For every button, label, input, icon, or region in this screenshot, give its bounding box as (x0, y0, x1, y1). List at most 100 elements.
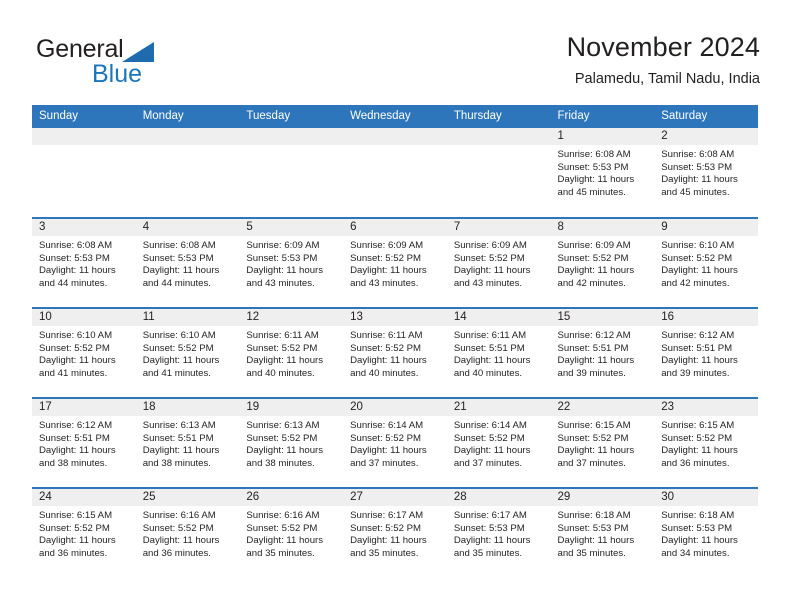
calendar-day-cell[interactable]: 22 Sunrise: 6:15 AM Sunset: 5:52 PM Dayligh… (550, 397, 655, 488)
day-cell-details: Sunrise: 6:11 AM Sunset: 5:52 PM Daylight:… (239, 326, 343, 380)
day-cell-inner: 8 Sunrise: 6:09 AM Sunset: 5:52 PM Daylight… (550, 219, 655, 307)
sunset-text: Sunset: 5:53 PM (453, 522, 525, 534)
calendar-day-cell[interactable]: 6 Sunrise: 6:09 AM Sunset: 5:52 PM Daylight… (343, 217, 447, 308)
calendar-day-cell[interactable]: 10 Sunrise: 6:10 AM Sunset: 5:52 PM Dayligh… (32, 307, 136, 398)
calendar-day-cell[interactable]: 8 Sunrise: 6:09 AM Sunset: 5:52 PM Daylight… (550, 217, 655, 308)
daylight-text-line2: and 43 minutes. (246, 277, 315, 289)
sunrise-text: Sunrise: 6:15 AM (39, 510, 113, 521)
day-cell-inner (32, 128, 136, 216)
sunset-text: Sunset: 5:52 PM (246, 432, 318, 444)
daylight-text-line1: Daylight: 11 hours (350, 355, 427, 367)
daylight-text-line1: Daylight: 11 hours (142, 355, 220, 367)
day-number: 14 (446, 309, 551, 326)
calendar-day-cell[interactable]: 29 Sunrise: 6:18 AM Sunset: 5:53 PM Dayligh… (550, 487, 655, 578)
sunset-text: Sunset: 5:53 PM (246, 252, 318, 264)
sunrise-text: Sunrise: 6:14 AM (350, 420, 424, 431)
page-title: November 2024 (566, 32, 760, 62)
calendar-day-cell[interactable]: 14 Sunrise: 6:11 AM Sunset: 5:51 PM Dayligh… (446, 307, 551, 398)
calendar-day-cell[interactable]: 15 Sunrise: 6:12 AM Sunset: 5:51 PM Dayligh… (550, 307, 655, 398)
day-number: 8 (550, 219, 655, 236)
day-number: 28 (446, 489, 551, 506)
calendar-day-cell[interactable]: 28 Sunrise: 6:17 AM Sunset: 5:53 PM Dayligh… (446, 487, 551, 578)
day-cell-inner (239, 128, 344, 216)
day-cell-inner: 15 Sunrise: 6:12 AM Sunset: 5:51 PM Dayligh… (550, 309, 655, 397)
sunrise-text: Sunrise: 6:08 AM (661, 149, 735, 160)
daylight-text-line1: Daylight: 11 hours (557, 265, 635, 277)
calendar-day-cell[interactable]: 27 Sunrise: 6:17 AM Sunset: 5:52 PM Dayligh… (343, 487, 447, 578)
day-number: 30 (654, 489, 758, 506)
sunset-text: Sunset: 5:52 PM (246, 522, 318, 534)
daylight-text-line1: Daylight: 11 hours (246, 445, 324, 457)
daylight-text-line1: Daylight: 11 hours (350, 445, 427, 457)
daylight-text-line1: Daylight: 11 hours (557, 535, 635, 547)
calendar-day-cell[interactable]: 25 Sunrise: 6:16 AM Sunset: 5:52 PM Dayligh… (135, 487, 240, 578)
calendar-day-cell[interactable]: 5 Sunrise: 6:09 AM Sunset: 5:53 PM Daylight… (239, 217, 344, 308)
sunrise-text: Sunrise: 6:08 AM (39, 240, 113, 251)
sunrise-text: Sunrise: 6:15 AM (557, 420, 631, 431)
general-blue-logo[interactable]: General Blue (32, 34, 252, 90)
calendar-day-cell[interactable]: 3 Sunrise: 6:08 AM Sunset: 5:53 PM Daylight… (32, 217, 136, 308)
day-number (135, 128, 240, 145)
calendar-day-cell[interactable]: 7 Sunrise: 6:09 AM Sunset: 5:52 PM Daylight… (446, 217, 551, 308)
sunrise-text: Sunrise: 6:09 AM (350, 240, 424, 251)
day-cell-details: Sunrise: 6:09 AM Sunset: 5:52 PM Daylight:… (343, 236, 447, 290)
calendar-day-cell[interactable]: 30 Sunrise: 6:18 AM Sunset: 5:53 PM Dayligh… (654, 487, 758, 578)
sunrise-text: Sunrise: 6:16 AM (246, 510, 320, 521)
daylight-text-line2: and 40 minutes. (246, 367, 315, 379)
day-cell-inner: 12 Sunrise: 6:11 AM Sunset: 5:52 PM Dayligh… (239, 309, 344, 397)
calendar-day-cell[interactable]: 17 Sunrise: 6:12 AM Sunset: 5:51 PM Dayligh… (32, 397, 136, 488)
sunset-text: Sunset: 5:52 PM (350, 342, 422, 354)
daylight-text-line2: and 38 minutes. (142, 457, 211, 469)
day-number: 18 (135, 399, 240, 416)
daylight-text-line2: and 35 minutes. (350, 547, 419, 559)
calendar-day-cell[interactable]: 1 Sunrise: 6:08 AM Sunset: 5:53 PM Daylight… (550, 128, 655, 218)
calendar-day-cell[interactable]: 18 Sunrise: 6:13 AM Sunset: 5:51 PM Dayligh… (135, 397, 240, 488)
daylight-text-line1: Daylight: 11 hours (39, 265, 116, 277)
day-cell-inner: 26 Sunrise: 6:16 AM Sunset: 5:52 PM Dayligh… (239, 489, 344, 577)
day-cell-details: Sunrise: 6:10 AM Sunset: 5:52 PM Daylight:… (32, 326, 136, 380)
day-cell-details: Sunrise: 6:14 AM Sunset: 5:52 PM Daylight:… (447, 416, 551, 470)
sunrise-text: Sunrise: 6:11 AM (350, 330, 423, 341)
sunset-text: Sunset: 5:52 PM (142, 522, 214, 534)
calendar-day-cell[interactable]: 16 Sunrise: 6:12 AM Sunset: 5:51 PM Dayligh… (654, 307, 758, 398)
calendar-day-cell[interactable]: 19 Sunrise: 6:13 AM Sunset: 5:52 PM Dayligh… (239, 397, 344, 488)
sunrise-text: Sunrise: 6:17 AM (350, 510, 424, 521)
calendar-day-cell[interactable]: 4 Sunrise: 6:08 AM Sunset: 5:53 PM Daylight… (135, 217, 240, 308)
calendar-day-cell[interactable]: 13 Sunrise: 6:11 AM Sunset: 5:52 PM Dayligh… (343, 307, 447, 398)
day-number: 11 (135, 309, 240, 326)
sunrise-text: Sunrise: 6:10 AM (661, 240, 735, 251)
day-cell-details: Sunrise: 6:18 AM Sunset: 5:53 PM Daylight:… (551, 506, 655, 560)
daylight-text-line2: and 40 minutes. (453, 367, 523, 379)
calendar-day-cell[interactable]: 26 Sunrise: 6:16 AM Sunset: 5:52 PM Dayligh… (239, 487, 344, 578)
sunrise-text: Sunrise: 6:18 AM (557, 510, 631, 521)
day-cell-inner (343, 128, 447, 216)
calendar-day-cell[interactable]: 9 Sunrise: 6:10 AM Sunset: 5:52 PM Daylight… (654, 217, 758, 308)
calendar-day-cell[interactable]: 11 Sunrise: 6:10 AM Sunset: 5:52 PM Dayligh… (135, 307, 240, 398)
day-number: 9 (654, 219, 758, 236)
calendar-day-cell[interactable]: 2 Sunrise: 6:08 AM Sunset: 5:53 PM Daylight… (654, 128, 758, 218)
day-cell-details: Sunrise: 6:17 AM Sunset: 5:52 PM Daylight:… (343, 506, 447, 560)
daylight-text-line1: Daylight: 11 hours (142, 265, 220, 277)
day-number: 10 (32, 309, 136, 326)
day-cell-inner: 17 Sunrise: 6:12 AM Sunset: 5:51 PM Dayligh… (32, 399, 136, 487)
day-cell-details: Sunrise: 6:09 AM Sunset: 5:52 PM Daylight:… (447, 236, 551, 290)
daylight-text-line2: and 42 minutes. (661, 277, 730, 289)
daylight-text-line1: Daylight: 11 hours (39, 535, 116, 547)
calendar-day-cell[interactable]: 21 Sunrise: 6:14 AM Sunset: 5:52 PM Dayligh… (446, 397, 551, 488)
day-cell-details: Sunrise: 6:12 AM Sunset: 5:51 PM Daylight:… (551, 326, 655, 380)
day-cell-details: Sunrise: 6:18 AM Sunset: 5:53 PM Daylight:… (654, 506, 758, 560)
calendar-day-cell[interactable]: 24 Sunrise: 6:15 AM Sunset: 5:52 PM Dayligh… (32, 487, 136, 578)
calendar-day-cell[interactable]: 20 Sunrise: 6:14 AM Sunset: 5:52 PM Dayligh… (343, 397, 447, 488)
daylight-text-line1: Daylight: 11 hours (39, 355, 116, 367)
sunrise-text: Sunrise: 6:13 AM (142, 420, 216, 431)
weekday-header-friday: Friday (550, 105, 655, 128)
daylight-text-line1: Daylight: 11 hours (557, 174, 635, 186)
calendar-day-cell[interactable]: 12 Sunrise: 6:11 AM Sunset: 5:52 PM Dayligh… (239, 307, 344, 398)
day-cell-details: Sunrise: 6:12 AM Sunset: 5:51 PM Daylight:… (654, 326, 758, 380)
sunset-text: Sunset: 5:52 PM (39, 342, 110, 354)
calendar-day-cell[interactable]: 23 Sunrise: 6:15 AM Sunset: 5:52 PM Dayligh… (654, 397, 758, 488)
sunset-text: Sunset: 5:53 PM (39, 252, 110, 264)
daylight-text-line1: Daylight: 11 hours (661, 445, 738, 457)
sunset-text: Sunset: 5:52 PM (453, 252, 525, 264)
sunrise-text: Sunrise: 6:09 AM (557, 240, 631, 251)
